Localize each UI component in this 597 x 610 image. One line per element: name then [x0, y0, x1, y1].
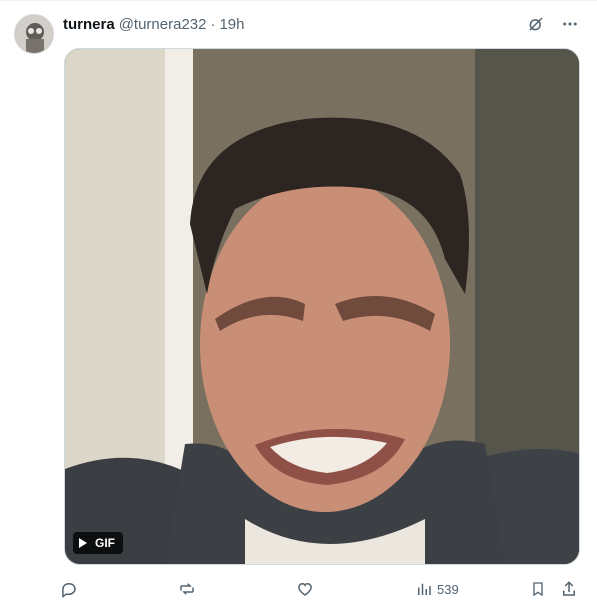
heart-icon	[298, 582, 312, 596]
tweet-header: turnera @turnera232 · 19h	[63, 13, 245, 35]
bookmark-button[interactable]	[530, 580, 546, 598]
author-handle[interactable]: @turnera232	[119, 16, 207, 33]
repost-icon	[180, 583, 194, 595]
views-icon	[418, 583, 431, 595]
top-actions	[525, 13, 581, 35]
views-count: 539	[437, 581, 459, 597]
repost-button[interactable]	[177, 580, 197, 598]
gif-frame-image	[65, 49, 579, 564]
reply-icon	[62, 582, 76, 598]
avatar[interactable]	[14, 14, 54, 54]
views-button[interactable]: 539	[415, 580, 459, 598]
tweet-actions: 539	[60, 575, 585, 603]
tweet-card[interactable]: turnera @turnera232 · 19h GIF 539	[0, 0, 597, 610]
separator-dot: ·	[210, 15, 216, 33]
share-icon	[563, 581, 575, 596]
gif-media[interactable]: GIF	[64, 48, 580, 565]
bookmark-icon	[533, 582, 543, 597]
gif-badge[interactable]: GIF	[73, 532, 123, 554]
grok-icon[interactable]	[525, 13, 547, 35]
more-options-icon[interactable]	[559, 13, 581, 35]
author-name[interactable]: turnera	[63, 16, 115, 33]
timestamp[interactable]: 19h	[219, 16, 244, 33]
play-icon[interactable]	[79, 538, 87, 548]
like-button[interactable]	[296, 580, 314, 598]
gif-label: GIF	[95, 536, 115, 550]
share-button[interactable]	[560, 580, 578, 598]
avatar-image	[15, 15, 53, 53]
reply-button[interactable]	[60, 580, 78, 598]
